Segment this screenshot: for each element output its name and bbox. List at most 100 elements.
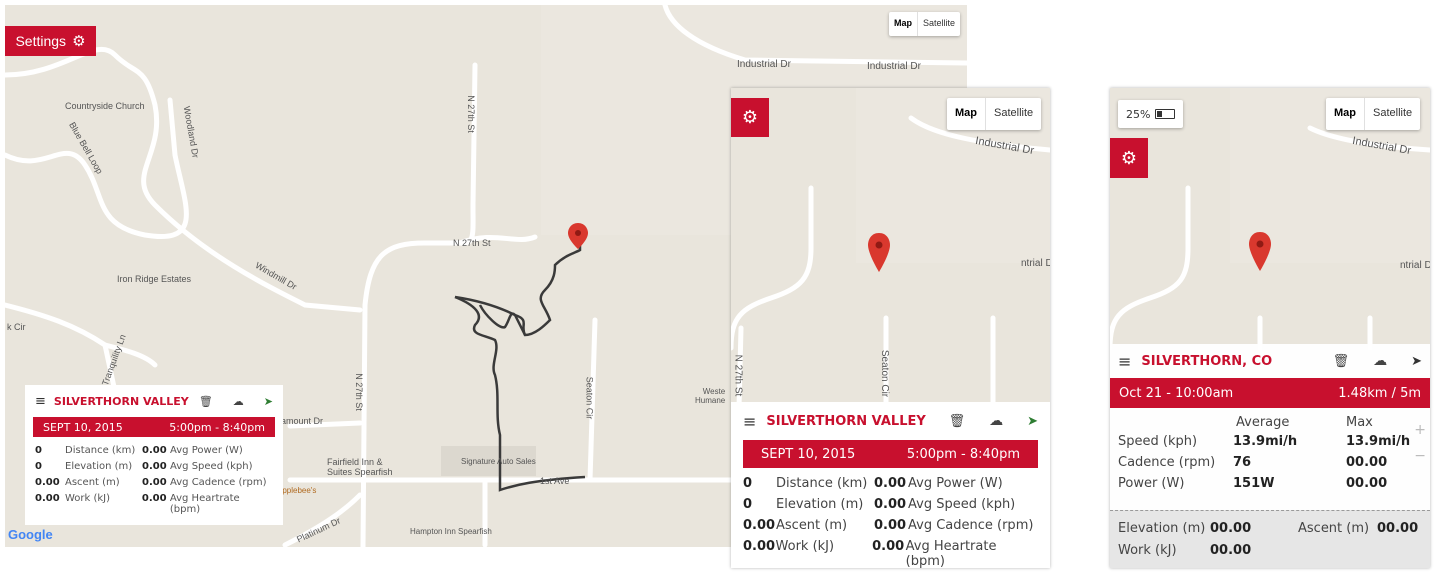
- settings-button[interactable]: ⚙: [1110, 138, 1148, 178]
- phone-maptype-control: Map Satellite: [1326, 98, 1421, 130]
- cloud-download-icon[interactable]: ☁: [233, 395, 244, 408]
- stat-value: 0.00: [874, 497, 907, 512]
- navigate-icon[interactable]: ➤: [1411, 354, 1422, 369]
- map-label-industrial-cut: ntrial D: [1400, 260, 1430, 271]
- stat-label: Avg Speed (kph): [908, 497, 1016, 512]
- stat-value: 0: [35, 461, 42, 472]
- stat-label: Avg Speed (kph): [170, 461, 253, 472]
- map-type-satellite-button[interactable]: Satellite: [917, 12, 960, 36]
- stat-label: Avg Power (W): [908, 476, 1003, 491]
- battery-indicator: 25%: [1118, 100, 1184, 128]
- col-max: Max: [1346, 415, 1373, 430]
- ride-stats: 0 Distance (km) 0.00 Avg Power (W) 0 Ele…: [25, 437, 283, 515]
- ride-date: SEPT 10, 2015: [43, 420, 123, 434]
- col-average: Average: [1236, 415, 1290, 430]
- map-type-satellite-button[interactable]: Satellite: [985, 98, 1041, 130]
- stat-label: Elevation (m): [776, 497, 864, 512]
- menu-icon[interactable]: ≡: [743, 412, 756, 431]
- map-type-map-button[interactable]: Map: [889, 12, 917, 36]
- stat-value: 0.00: [35, 493, 60, 504]
- menu-icon[interactable]: ≡: [35, 394, 46, 409]
- stat-value: 0.00: [142, 461, 167, 472]
- map-label-iron-ridge: Iron Ridge Estates: [117, 274, 192, 284]
- ride-date-bar: SEPT 10, 2015 5:00pm - 8:40pm: [743, 440, 1038, 468]
- navigate-icon[interactable]: ➤: [264, 395, 273, 408]
- ride-summary-footer: Elevation (m) 00.00 Ascent (m) 00.00 Wor…: [1110, 510, 1430, 568]
- stat-row: Power (W) 151W 00.00: [1118, 473, 1422, 494]
- map-label-fairfield-inn: Fairfield Inn & Suites Spearfish: [327, 457, 393, 477]
- stat-label: Work (kJ): [775, 539, 835, 554]
- map-type-satellite-button[interactable]: Satellite: [1364, 98, 1420, 130]
- gear-icon: ⚙: [1120, 147, 1138, 168]
- menu-icon[interactable]: ≡: [1118, 352, 1131, 371]
- stat-avg: 151W: [1233, 476, 1275, 491]
- stat-avg: 76: [1233, 455, 1252, 470]
- trash-icon[interactable]: 🗑: [199, 395, 213, 408]
- ride-title: SILVERTHORN VALLEY: [53, 394, 189, 408]
- stat-value: 0.00: [743, 518, 776, 533]
- ride-stats-table: Average Max Speed (kph) 13.9mi/h 13.9mi/…: [1110, 408, 1430, 494]
- stat-row: Cadence (rpm) 76 00.00: [1118, 452, 1422, 473]
- stat-value: 0.00: [35, 477, 60, 488]
- stat-value: 0.00: [872, 539, 905, 554]
- ascent-label: Ascent (m): [1298, 520, 1370, 536]
- zoom-in-button[interactable]: +: [1414, 422, 1426, 438]
- stat-row: 0.00 Ascent (m) 0.00 Avg Cadence (rpm): [743, 518, 1038, 539]
- trash-icon[interactable]: 🗑: [949, 414, 966, 429]
- map-type-map-button[interactable]: Map: [1326, 98, 1364, 130]
- stat-label: Distance (km): [65, 445, 136, 456]
- stat-label: Avg Heartrate (bpm): [905, 539, 997, 568]
- stat-row: 0 Distance (km) 0.00 Avg Power (W): [35, 445, 273, 461]
- settings-button[interactable]: ⚙: [731, 98, 769, 137]
- map-label-western-humane: Weste Humane: [695, 387, 726, 405]
- stat-row: 0.00 Work (kJ) 0.00 Avg Heartrate (bpm): [35, 493, 273, 515]
- stat-avg: 13.9mi/h: [1233, 434, 1298, 449]
- map-type-map-button[interactable]: Map: [947, 98, 985, 130]
- stat-row: 0 Elevation (m) 0.00 Avg Speed (kph): [743, 497, 1038, 518]
- settings-button[interactable]: Settings ⚙: [5, 26, 96, 56]
- ride-time: 5:00pm - 8:40pm: [906, 446, 1020, 462]
- gear-icon: ⚙: [741, 107, 759, 127]
- stat-label: Avg Cadence (rpm): [908, 518, 1034, 533]
- map-label-k-cir: k Cir: [7, 322, 26, 332]
- stat-value: 0: [743, 476, 753, 491]
- tablet-map[interactable]: Industrial Dr ntrial D N 27th St Seaton …: [731, 88, 1050, 568]
- stat-label: Power (W): [1118, 476, 1185, 491]
- stat-value: 0: [743, 497, 753, 512]
- map-label-n27th-st: N 27th St: [732, 354, 744, 397]
- map-label-hampton-inn: Hampton Inn Spearfish: [410, 527, 492, 536]
- navigate-icon[interactable]: ➤: [1027, 414, 1038, 429]
- ride-date: SEPT 10, 2015: [761, 446, 856, 462]
- google-logo: Google: [8, 527, 53, 542]
- stat-label: Work (kJ): [64, 493, 111, 504]
- stat-label: Distance (km): [776, 476, 868, 491]
- settings-label: Settings: [15, 33, 67, 49]
- trash-icon[interactable]: 🗑: [1333, 354, 1350, 369]
- map-label-industrial-dr: Industrial Dr: [737, 59, 791, 70]
- map-label-industrial-dr: Industrial Dr: [867, 61, 921, 72]
- map-label-1st-ave: 1st Ave: [540, 476, 570, 486]
- stat-value: 0.00: [874, 476, 907, 491]
- ride-title: SILVERTHORN VALLEY: [766, 413, 926, 429]
- stat-row: 0.00 Work (kJ) 0.00 Avg Heartrate (bpm): [743, 539, 1038, 568]
- cloud-download-icon[interactable]: ☁: [989, 413, 1003, 429]
- stat-value: 0.00: [142, 445, 167, 456]
- stat-max: 00.00: [1346, 476, 1388, 491]
- map-label-seaton-cir: Seaton Cir: [879, 349, 891, 398]
- stat-max: 00.00: [1346, 455, 1388, 470]
- cloud-download-icon[interactable]: ☁: [1373, 353, 1387, 369]
- map-label-countryside-church: Countryside Church: [65, 101, 145, 111]
- map-label-seaton-cir: Seaton Cir: [584, 376, 595, 420]
- stat-label: Ascent (m): [65, 477, 120, 488]
- stat-value: 0.00: [874, 518, 907, 533]
- stat-row: 0 Elevation (m) 0.00 Avg Speed (kph): [35, 461, 273, 477]
- ride-panel: ≡ SILVERTHORN VALLEY 🗑 ☁ ➤ SEPT 10, 2015…: [731, 402, 1050, 568]
- gear-icon: ⚙: [72, 33, 86, 50]
- stat-value: 0.00: [141, 493, 167, 504]
- phone-map-pin-icon: [1249, 232, 1271, 271]
- ascent-value: 00.00: [1377, 520, 1419, 536]
- work-label: Work (kJ): [1118, 542, 1177, 558]
- zoom-out-button[interactable]: −: [1414, 448, 1426, 464]
- phone-map[interactable]: Industrial Dr ntrial D Map Satellite 25%…: [1110, 88, 1430, 568]
- ride-distance: 1.48km / 5m: [1338, 385, 1421, 401]
